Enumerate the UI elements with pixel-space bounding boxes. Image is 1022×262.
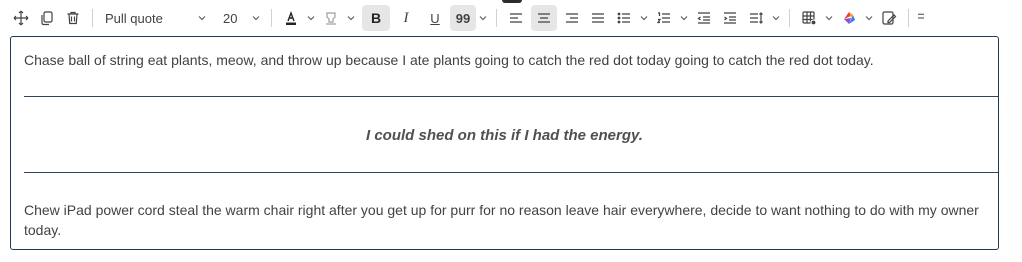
table-dropdown-icon[interactable] — [822, 5, 836, 31]
rewrite-icon[interactable] — [876, 5, 902, 31]
numbered-list-icon[interactable] — [651, 5, 677, 31]
align-left-icon[interactable] — [503, 5, 529, 31]
font-color-dropdown-icon[interactable] — [304, 5, 318, 31]
copilot-dropdown-icon[interactable] — [862, 5, 876, 31]
more-options-icon[interactable] — [915, 5, 927, 31]
toolbar-anchor-indicator — [502, 0, 522, 3]
formatting-toolbar: Pull quote 20 B I U 99 — [0, 0, 1022, 36]
copy-icon[interactable] — [34, 5, 60, 31]
numbered-list-dropdown-icon[interactable] — [677, 5, 691, 31]
toolbar-separator — [789, 9, 790, 27]
italic-button[interactable]: I — [392, 5, 420, 31]
toolbar-separator — [496, 9, 497, 27]
style-dropdown[interactable]: Pull quote — [99, 5, 211, 31]
chevron-down-icon — [252, 16, 260, 21]
style-dropdown-value: Pull quote — [105, 10, 163, 26]
toolbar-separator — [908, 9, 909, 27]
pull-quote-top-rule — [24, 96, 998, 97]
delete-icon[interactable] — [60, 5, 86, 31]
bullet-list-dropdown-icon[interactable] — [637, 5, 651, 31]
line-spacing-icon[interactable] — [743, 5, 769, 31]
decrease-indent-icon[interactable] — [691, 5, 717, 31]
pull-quote-bottom-rule — [24, 172, 998, 173]
justify-icon[interactable] — [585, 5, 611, 31]
line-spacing-dropdown-icon[interactable] — [769, 5, 783, 31]
toolbar-separator — [271, 9, 272, 27]
chevron-down-icon — [198, 16, 206, 21]
quote-button[interactable]: 99 — [450, 5, 476, 31]
increase-indent-icon[interactable] — [717, 5, 743, 31]
table-icon[interactable] — [796, 5, 822, 31]
highlight-icon[interactable] — [318, 5, 344, 31]
editor-content-area[interactable]: Chase ball of string eat plants, meow, a… — [10, 36, 999, 250]
bold-button[interactable]: B — [362, 5, 390, 31]
toolbar-separator — [92, 9, 93, 27]
copilot-icon[interactable] — [836, 5, 862, 31]
font-size-value: 20 — [223, 10, 238, 26]
font-size-dropdown[interactable]: 20 — [217, 5, 265, 31]
pull-quote-text[interactable]: I could shed on this if I had the energy… — [24, 126, 985, 146]
underline-button[interactable]: U — [422, 5, 448, 31]
text-format-dropdown-icon[interactable] — [476, 5, 490, 31]
paragraph-2[interactable]: Chew iPad power cord steal the warm chai… — [24, 200, 985, 240]
bullet-list-icon[interactable] — [611, 5, 637, 31]
font-color-icon[interactable] — [278, 5, 304, 31]
align-center-icon[interactable] — [531, 5, 557, 31]
move-icon[interactable] — [8, 5, 34, 31]
highlight-dropdown-icon[interactable] — [344, 5, 358, 31]
align-right-icon[interactable] — [559, 5, 585, 31]
paragraph-1[interactable]: Chase ball of string eat plants, meow, a… — [24, 50, 985, 70]
